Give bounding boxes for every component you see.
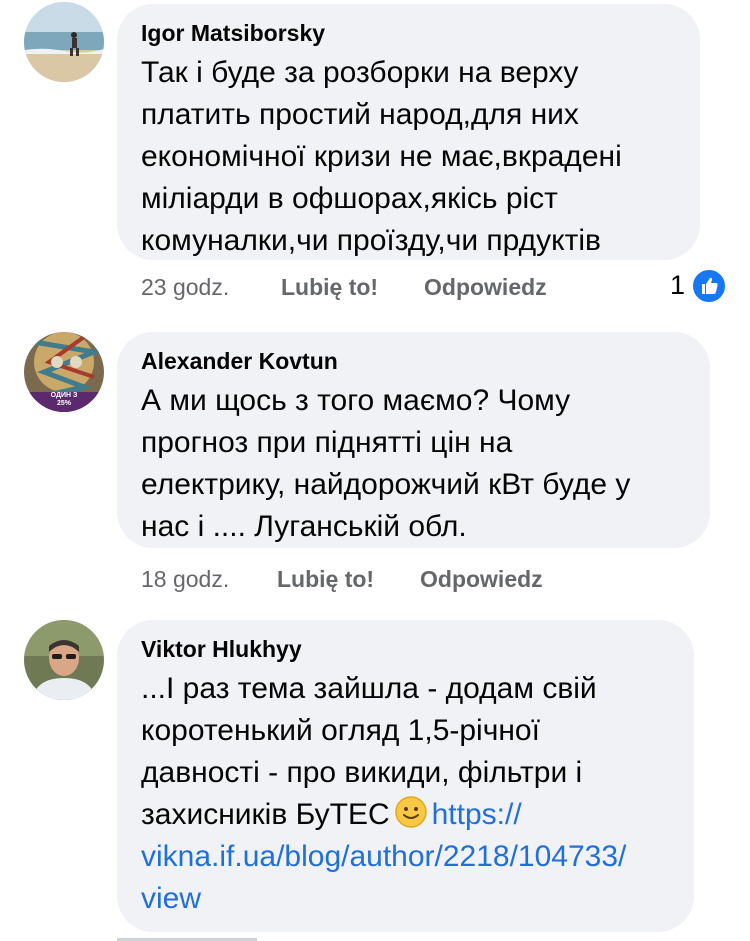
- reply-button[interactable]: Odpowiedz: [420, 566, 543, 593]
- comment-timestamp[interactable]: 23 godz.: [141, 274, 229, 301]
- comment-link[interactable]: vikna.if.ua/blog/author/2218/104733/: [141, 840, 626, 873]
- avatar[interactable]: [24, 620, 104, 700]
- comment-link[interactable]: https://: [432, 798, 522, 831]
- comment-author[interactable]: Igor Matsiborsky: [141, 18, 676, 48]
- comment-bubble: Igor Matsiborsky Так і буде за розборки …: [117, 4, 700, 260]
- comment-bubble: Viktor Hlukhyy ...І раз тема зайшла - до…: [117, 620, 694, 932]
- comment-link[interactable]: view: [141, 882, 201, 915]
- comment-text: ...І раз тема зайшла - додам свій короте…: [141, 668, 670, 920]
- comment-timestamp[interactable]: 18 godz.: [141, 566, 229, 593]
- avatar[interactable]: [24, 2, 104, 82]
- comment-bubble: Alexander Kovtun А ми щось з того маємо?…: [117, 332, 710, 548]
- avatar-beach-image: [24, 2, 104, 82]
- comment-text: А ми щось з того маємо? Чому прогноз при…: [141, 384, 631, 543]
- like-button[interactable]: Lubię to!: [277, 566, 374, 593]
- avatar[interactable]: ОДИН З 25%: [24, 332, 104, 412]
- reaction-count[interactable]: 1: [670, 270, 685, 301]
- avatar-man-image: [24, 620, 104, 700]
- comment-text-body: ...І раз тема зайшла - додам свій короте…: [141, 672, 597, 831]
- reply-button[interactable]: Odpowiedz: [424, 274, 547, 301]
- avatar-frame-badge: ОДИН З 25%: [50, 392, 78, 407]
- comment-author[interactable]: Alexander Kovtun: [141, 346, 686, 376]
- comment-text: Так і буде за розборки на верху платить …: [141, 56, 622, 257]
- like-button[interactable]: Lubię to!: [281, 274, 378, 301]
- slightly-smiling-face-icon: [394, 796, 427, 828]
- comment-author[interactable]: Viktor Hlukhyy: [141, 634, 670, 664]
- like-reaction-badge[interactable]: [690, 267, 728, 305]
- thumbs-up-icon: [702, 277, 718, 294]
